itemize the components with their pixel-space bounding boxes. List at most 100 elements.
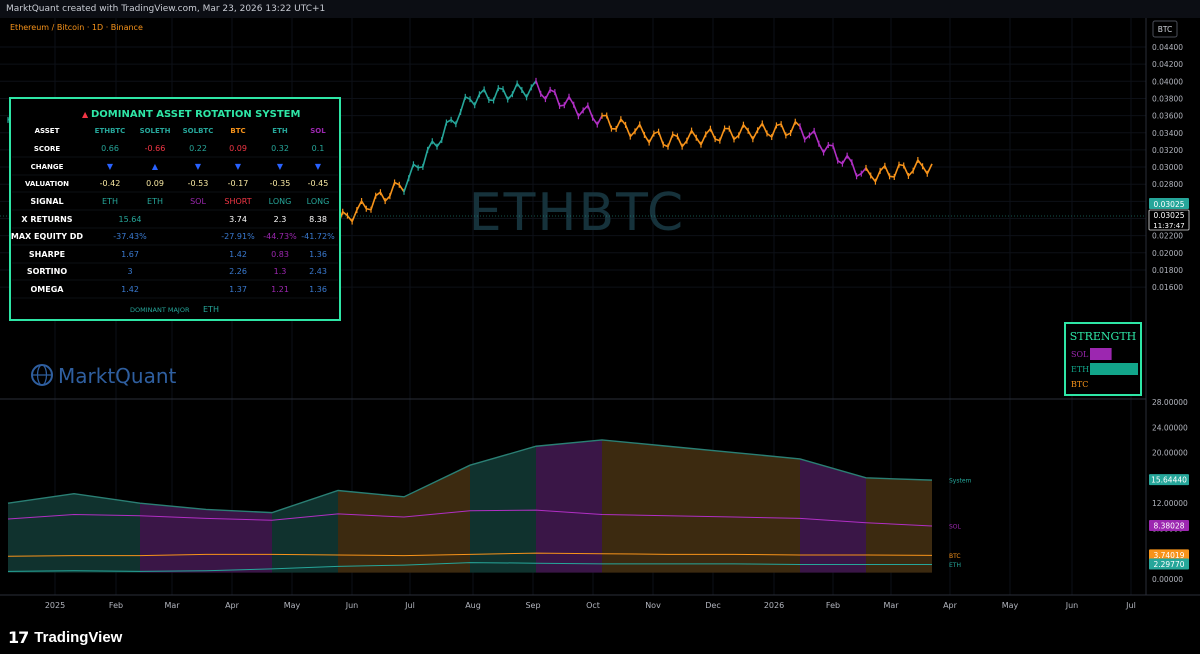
regime-band bbox=[602, 439, 668, 573]
price-tick-label: 0.02200 bbox=[1152, 232, 1183, 241]
price-tick-label: 0.04400 bbox=[1152, 43, 1183, 52]
table-cell: 0.1 bbox=[312, 144, 325, 153]
time-tick-label: Jun bbox=[345, 601, 359, 610]
table-header-cell: ASSET bbox=[35, 127, 60, 135]
strength-bar bbox=[1090, 348, 1112, 360]
table-cell: ▲ bbox=[152, 162, 159, 171]
price-segment bbox=[559, 104, 565, 107]
brand-name: MarktQuant bbox=[58, 364, 177, 388]
table-cell: ▼ bbox=[195, 162, 202, 171]
tradingview-brand: TradingView bbox=[34, 629, 123, 646]
time-tick-label: Feb bbox=[826, 601, 840, 610]
last-price-value: 0.03025 bbox=[1153, 200, 1184, 209]
table-cell: 2.26 bbox=[229, 267, 247, 276]
table-cell: 0.83 bbox=[271, 250, 289, 259]
regime-band bbox=[140, 503, 206, 573]
time-tick-label: Jun bbox=[1065, 601, 1079, 610]
table-cell: 0.09 bbox=[229, 144, 247, 153]
currency-badge-label: BTC bbox=[1158, 25, 1173, 34]
price-axis[interactable]: 0.04400 0.04200 0.04000 0.03800 0.03600 0.034… bbox=[1152, 43, 1183, 292]
price-tick-label: 0.03400 bbox=[1152, 129, 1183, 138]
currency-badge[interactable]: BTC bbox=[1152, 20, 1178, 38]
table-row-label: SCORE bbox=[34, 145, 61, 153]
table-cell: 8.38 bbox=[309, 215, 327, 224]
table-header-cell: ETH bbox=[272, 127, 288, 135]
table-row-label: X RETURNS bbox=[21, 215, 72, 224]
table-cell: -0.53 bbox=[188, 179, 209, 188]
table-cell: -0.45 bbox=[308, 179, 329, 188]
indicator-value: 2.29770 bbox=[1153, 560, 1184, 569]
table-cell: ▼ bbox=[235, 162, 242, 171]
countdown-timer: 11:37:47 bbox=[1153, 222, 1184, 230]
price-tick-label: 0.03800 bbox=[1152, 94, 1183, 103]
table-row-label: OMEGA bbox=[31, 285, 65, 294]
time-tick-label: Sep bbox=[525, 601, 540, 610]
table-row-label: SORTINO bbox=[27, 267, 67, 276]
regime-band bbox=[74, 493, 140, 573]
table-cell: 0.09 bbox=[146, 179, 164, 188]
time-tick-label: 2025 bbox=[45, 601, 65, 610]
price-tick-label: 0.02800 bbox=[1152, 180, 1183, 189]
table-cell: 2.3 bbox=[274, 215, 287, 224]
table-cell: 1.21 bbox=[271, 285, 289, 294]
time-tick-label: Mar bbox=[883, 601, 899, 610]
time-tick-label: 2026 bbox=[764, 601, 784, 610]
price-segment bbox=[488, 99, 494, 102]
table-cell: LONG bbox=[269, 197, 292, 206]
table-cell: 0.22 bbox=[189, 144, 207, 153]
table-cell: 15.64 bbox=[119, 215, 142, 224]
price-segment bbox=[418, 166, 423, 169]
price-tick-label: 0.01800 bbox=[1152, 266, 1183, 275]
table-row-label: MAX EQUITY DD bbox=[11, 232, 84, 241]
time-tick-label: Mar bbox=[164, 601, 180, 610]
table-cell: 1.67 bbox=[121, 250, 139, 259]
price-tick-label: 0.03200 bbox=[1152, 146, 1183, 155]
table-header-cell: BTC bbox=[230, 127, 245, 135]
price-tick-label: 0.03600 bbox=[1152, 112, 1183, 121]
table-row-label: VALUATION bbox=[25, 180, 69, 188]
table-row-label: SHARPE bbox=[29, 250, 65, 259]
strength-panel[interactable]: STRENGTH SOL ETH BTC bbox=[1064, 322, 1142, 396]
price-segment bbox=[498, 87, 504, 90]
table-cell: 1.42 bbox=[229, 250, 247, 259]
time-tick-label: May bbox=[1002, 601, 1019, 610]
table-cell: 1.36 bbox=[309, 250, 327, 259]
rotation-table[interactable]: ▲ DOMINANT ASSET ROTATION SYSTEM ASSET ET… bbox=[9, 97, 341, 321]
footer-bar: 17 TradingView bbox=[0, 620, 1200, 654]
tradingview-logo[interactable]: 17 TradingView bbox=[8, 628, 122, 647]
table-row-label: CHANGE bbox=[31, 163, 64, 171]
price-tick-label: 0.02000 bbox=[1152, 249, 1183, 258]
indicator-tick-label: 0.00000 bbox=[1152, 575, 1183, 584]
regime-band bbox=[800, 458, 866, 573]
symbol-watermark: ETHBTC bbox=[469, 183, 685, 243]
table-cell: 2.43 bbox=[309, 267, 327, 276]
table-cell: SOL bbox=[190, 197, 206, 206]
table-cell: 1.3 bbox=[274, 267, 287, 276]
attribution-bar: MarktQuant created with TradingView.com,… bbox=[0, 0, 1200, 18]
table-cell: ▼ bbox=[107, 162, 114, 171]
table-cell: ▼ bbox=[315, 162, 322, 171]
table-cell: ▼ bbox=[277, 162, 284, 171]
strength-label: ETH bbox=[1071, 365, 1089, 374]
table-title: DOMINANT ASSET ROTATION SYSTEM bbox=[91, 109, 300, 120]
time-tick-label: Dec bbox=[705, 601, 720, 610]
price-tick-label: 0.01600 bbox=[1152, 283, 1183, 292]
indicator-series-label: ETH bbox=[949, 562, 961, 569]
table-cell: 3 bbox=[127, 267, 132, 276]
indicator-tick-label: 20.00000 bbox=[1152, 449, 1188, 458]
time-tick-label: May bbox=[284, 601, 301, 610]
table-header-cell: SOLETH bbox=[140, 127, 171, 135]
chart-canvas[interactable]: ETHBTC Ethereum / Bitcoin · 1D · Binance… bbox=[0, 18, 1200, 620]
table-cell: 1.37 bbox=[229, 285, 247, 294]
table-cell: ETH bbox=[102, 197, 118, 206]
time-tick-label: Feb bbox=[109, 601, 123, 610]
time-tick-label: Jul bbox=[1125, 601, 1136, 610]
time-tick-label: Aug bbox=[465, 601, 481, 610]
table-cell: 0.32 bbox=[271, 144, 289, 153]
time-tick-label: Apr bbox=[943, 601, 958, 610]
dominant-major-value: ETH bbox=[203, 305, 219, 314]
tv-logo-icon: 17 bbox=[8, 628, 29, 647]
time-tick-label: Nov bbox=[645, 601, 661, 610]
symbol-title[interactable]: Ethereum / Bitcoin · 1D · Binance bbox=[10, 23, 143, 32]
table-cell: ETH bbox=[147, 197, 163, 206]
